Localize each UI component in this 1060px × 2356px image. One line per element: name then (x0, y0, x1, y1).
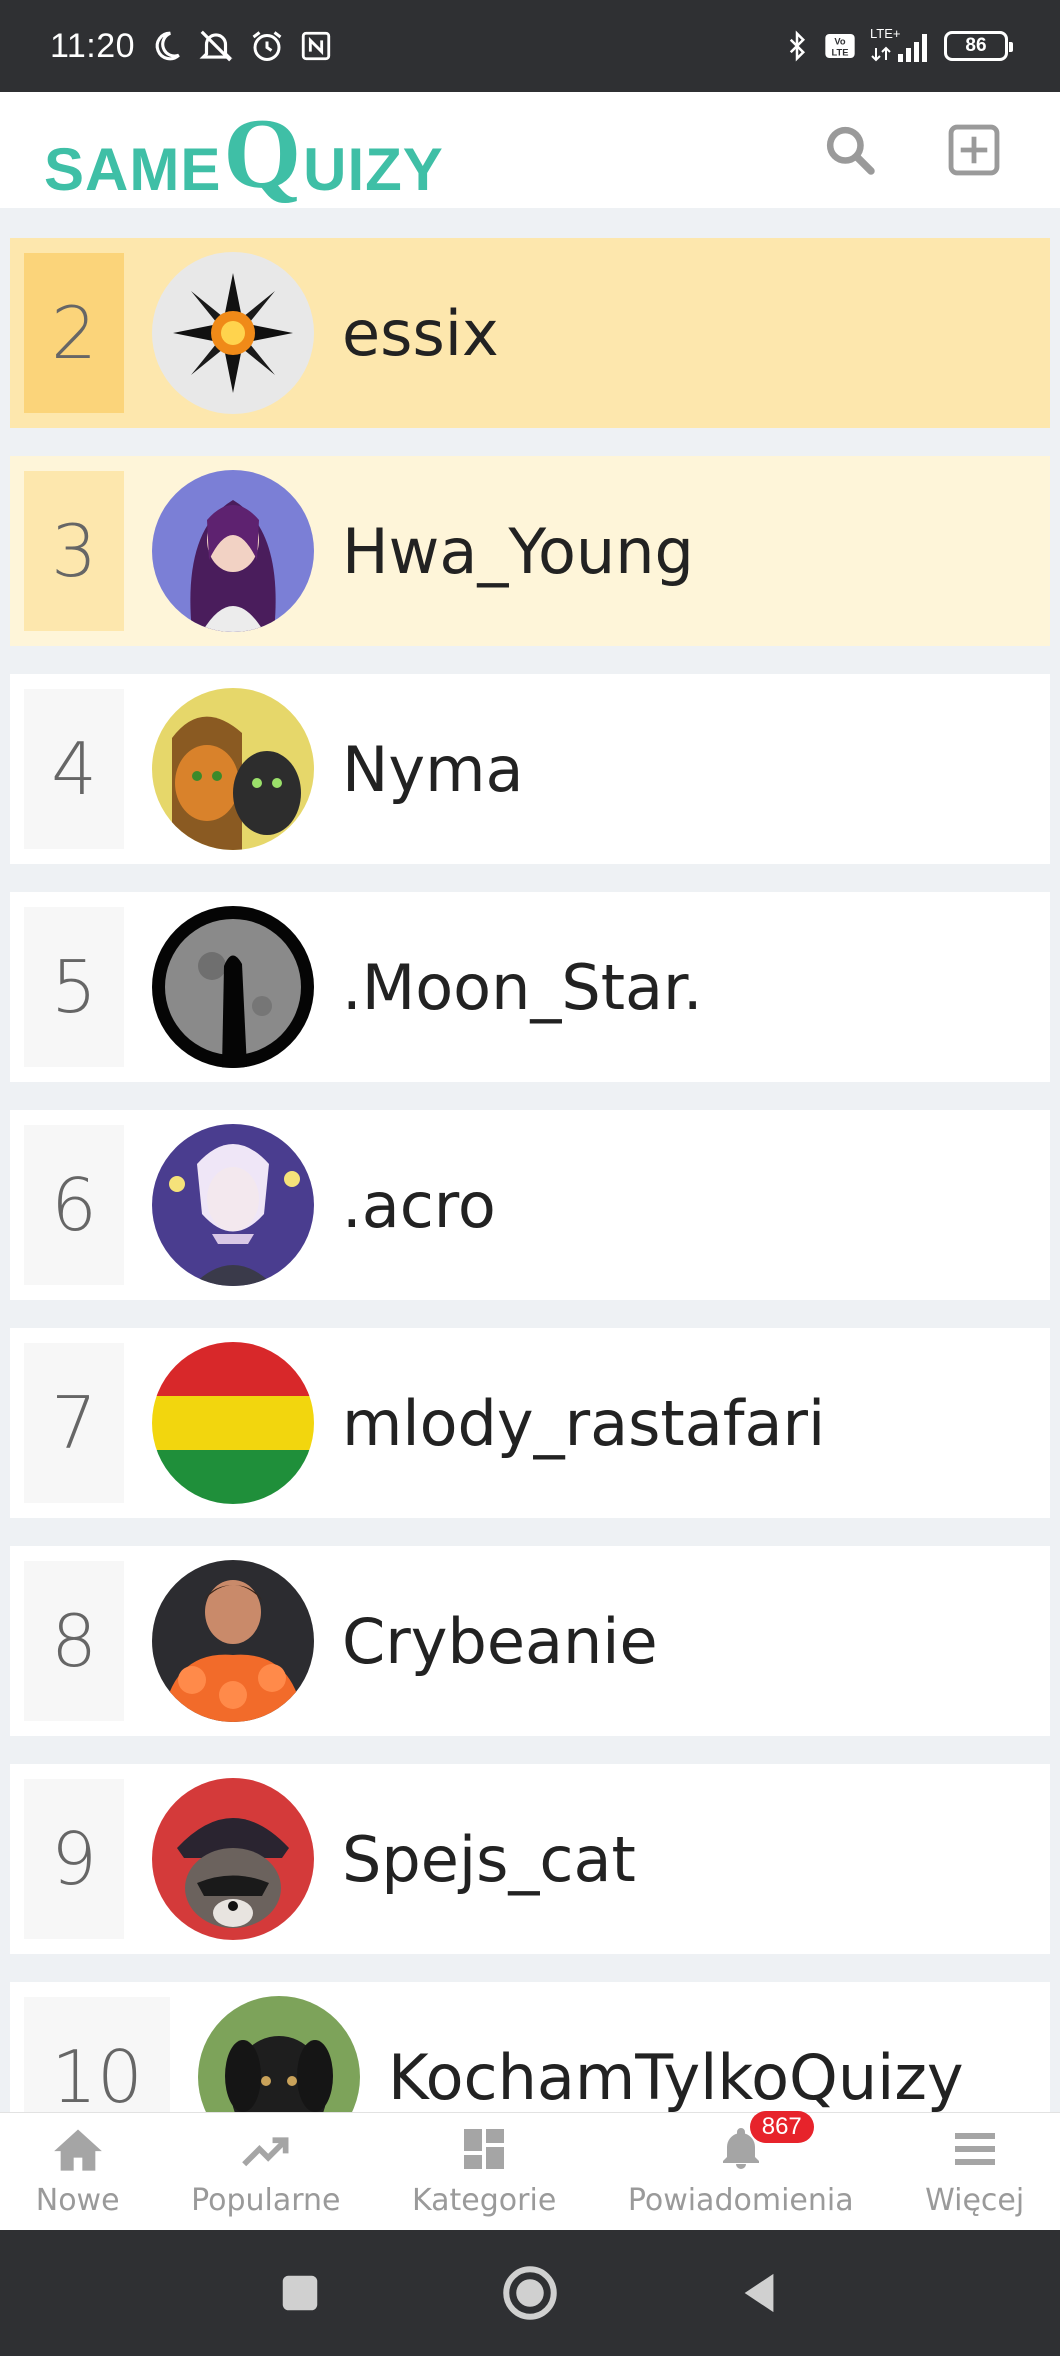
volte-icon: Vo LTE (824, 30, 856, 62)
moon-icon (149, 29, 183, 63)
username[interactable]: essix (342, 297, 499, 370)
rank-number: 7 (24, 1343, 124, 1503)
rank-number: 9 (24, 1779, 124, 1939)
lte-signal-icon: LTE+ (868, 26, 932, 66)
avatar[interactable] (152, 906, 314, 1068)
avatar[interactable] (152, 1124, 314, 1286)
username[interactable]: Nyma (342, 733, 523, 806)
svg-text:Vo: Vo (834, 37, 846, 47)
rank-number: 3 (24, 471, 124, 631)
ranking-row[interactable]: 9 Spejs_cat (10, 1764, 1050, 1954)
logo-text-q: Q (223, 98, 302, 209)
nav-item-kategorie[interactable]: Kategorie (412, 2125, 556, 2218)
home-circle-icon[interactable] (495, 2258, 565, 2328)
avatar[interactable] (152, 1778, 314, 1940)
username[interactable]: Crybeanie (342, 1605, 658, 1678)
rank-number: 5 (24, 907, 124, 1067)
username[interactable]: KochamTylkoQuizy (388, 2041, 964, 2113)
bluetooth-icon (782, 28, 812, 64)
svg-text:LTE+: LTE+ (870, 26, 900, 41)
rank-number: 8 (24, 1561, 124, 1721)
username[interactable]: .Moon_Star. (342, 951, 703, 1024)
avatar[interactable] (152, 252, 314, 414)
avatar[interactable] (152, 688, 314, 850)
rank-number: 2 (24, 253, 124, 413)
nav-label: Powiadomienia (627, 2183, 854, 2218)
ranking-row[interactable]: 8 Crybeanie (10, 1546, 1050, 1736)
add-square-icon[interactable] (942, 118, 1006, 182)
avatar[interactable] (152, 470, 314, 632)
rank-number: 6 (24, 1125, 124, 1285)
nav-label: Popularne (191, 2183, 341, 2218)
nav-label: Kategorie (412, 2183, 557, 2218)
nav-item-powiadomienia[interactable]: 867 Powiadomienia (627, 2111, 854, 2218)
bottom-nav: Nowe Popularne Kategorie 867 Powiadomien… (0, 2111, 1060, 2230)
home-icon (52, 2125, 104, 2177)
rank-number: 10 (24, 1997, 170, 2112)
screen: 11:20 Vo LTE LTE+ 86 SAME Q UIZY 2 essix… (0, 0, 1060, 2356)
ranking-row[interactable]: 7 mlody_rastafari (10, 1328, 1050, 1518)
nav-label: Więcej (925, 2183, 1025, 2218)
username[interactable]: .acro (342, 1169, 496, 1242)
samequizy-logo[interactable]: SAME Q UIZY (44, 100, 444, 204)
username[interactable]: Spejs_cat (342, 1823, 636, 1896)
ranking-row[interactable]: 10 KochamTylkoQuizy (10, 1982, 1050, 2112)
avatar[interactable] (152, 1342, 314, 1504)
logo-text-same: SAME (44, 136, 222, 203)
nav-item-popularne[interactable]: Popularne (191, 2125, 341, 2218)
search-icon[interactable] (818, 118, 882, 182)
username[interactable]: Hwa_Young (342, 515, 694, 588)
ranking-row[interactable]: 5 .Moon_Star. (10, 892, 1050, 1082)
notification-badge: 867 (749, 2111, 814, 2143)
logo-text-uizy: UIZY (303, 136, 444, 203)
rank-number: 4 (24, 689, 124, 849)
notifications-off-icon (197, 27, 235, 65)
ranking-row[interactable]: 6 .acro (10, 1110, 1050, 1300)
nav-label: Nowe (35, 2183, 120, 2218)
dashboard-icon (460, 2125, 508, 2177)
battery-indicator: 86 (944, 31, 1013, 61)
username[interactable]: mlody_rastafari (342, 1387, 825, 1460)
nfc-icon (299, 29, 333, 63)
trending-icon (239, 2125, 293, 2177)
ranking-row[interactable]: 2 essix (10, 238, 1050, 428)
status-time: 11:20 (50, 26, 136, 65)
ranking-row[interactable]: 4 Nyma (10, 674, 1050, 864)
menu-icon (951, 2125, 999, 2177)
alarm-icon (249, 28, 285, 64)
status-bar: 11:20 Vo LTE LTE+ 86 (0, 0, 1060, 92)
svg-text:LTE: LTE (832, 47, 849, 57)
nav-item-wiecej[interactable]: Więcej (925, 2125, 1024, 2218)
nav-item-nowe[interactable]: Nowe (36, 2125, 120, 2218)
ranking-row[interactable]: 3 Hwa_Young (10, 456, 1050, 646)
ranking-list: 2 essix 3 Hwa_Young 4 Nyma 5 .Moon_Star.… (0, 208, 1060, 2112)
back-icon[interactable] (725, 2258, 795, 2328)
system-nav-bar (0, 2230, 1060, 2356)
app-header: SAME Q UIZY (0, 92, 1060, 208)
recents-icon[interactable] (265, 2258, 335, 2328)
avatar[interactable] (198, 1996, 360, 2112)
avatar[interactable] (152, 1560, 314, 1722)
